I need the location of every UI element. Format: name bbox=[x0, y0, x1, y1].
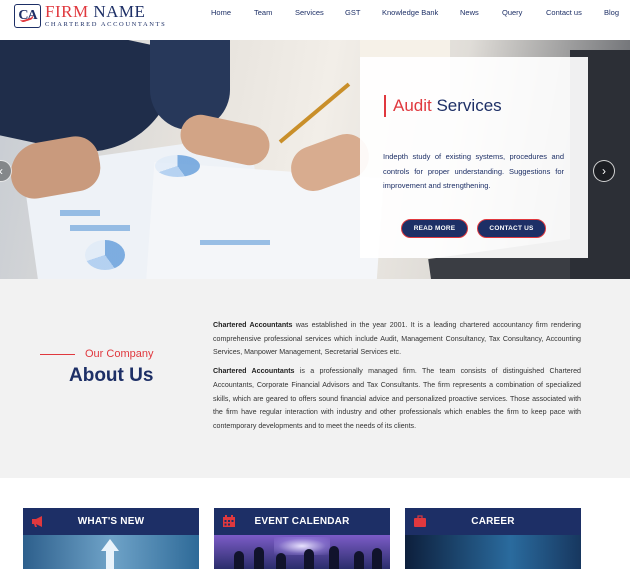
hero-bg-chart-bar bbox=[200, 240, 270, 245]
card-event-calendar[interactable]: EVENT CALENDAR bbox=[214, 508, 390, 569]
hero-bg-pie-chart bbox=[155, 155, 200, 177]
about-paragraph: Chartered Accountants is a professionall… bbox=[213, 365, 581, 434]
audience-silhouette bbox=[329, 546, 339, 569]
card-title: EVENT CALENDAR bbox=[254, 516, 350, 527]
about-kicker: Our Company bbox=[40, 348, 160, 360]
hero-title-accent: Audit bbox=[393, 96, 432, 115]
about-paragraph: Chartered Accountants was established in… bbox=[213, 319, 581, 360]
nav-item-services[interactable]: Services bbox=[295, 8, 324, 17]
card-whats-new[interactable]: WHAT'S NEW bbox=[23, 508, 199, 569]
card-image bbox=[405, 535, 581, 569]
calendar-icon bbox=[223, 515, 235, 527]
read-more-button[interactable]: READ MORE bbox=[401, 219, 468, 238]
audience-silhouette bbox=[372, 548, 382, 569]
about-firm-name: Chartered Accountants bbox=[213, 367, 295, 376]
nav-item-gst[interactable]: GST bbox=[345, 8, 360, 17]
nav-item-team[interactable]: Team bbox=[254, 8, 272, 17]
hero-description: Indepth study of existing systems, proce… bbox=[383, 152, 564, 190]
about-firm-name: Chartered Accountants bbox=[213, 321, 293, 329]
card-header: CAREER bbox=[405, 508, 581, 535]
hero-bg-chart-bar bbox=[70, 225, 130, 231]
site-header: CA FIRM NAME CHARTERED ACCOUNTANTS Home … bbox=[0, 0, 630, 40]
main-nav: Home Team Services GST Knowledge Bank Ne… bbox=[0, 8, 630, 20]
contact-us-button[interactable]: CONTACT US bbox=[477, 219, 546, 238]
card-title: CAREER bbox=[471, 516, 515, 527]
megaphone-icon bbox=[32, 516, 42, 527]
about-section: Our Company About Us Chartered Accountan… bbox=[0, 279, 630, 478]
card-image bbox=[214, 535, 390, 569]
nav-item-contact-us[interactable]: Contact us bbox=[546, 8, 582, 17]
card-career[interactable]: CAREER bbox=[405, 508, 581, 569]
nav-item-news[interactable]: News bbox=[460, 8, 479, 17]
audience-silhouette bbox=[254, 547, 264, 569]
about-body: Chartered Accountants was established in… bbox=[213, 319, 581, 434]
card-image bbox=[23, 535, 199, 569]
briefcase-icon bbox=[414, 515, 426, 527]
hero-slider: Audit Services Indepth study of existing… bbox=[0, 40, 630, 279]
hero-service-card: Audit Services Indepth study of existing… bbox=[360, 57, 588, 258]
audience-silhouette bbox=[276, 553, 286, 569]
audience-silhouette bbox=[354, 551, 364, 569]
nav-item-query[interactable]: Query bbox=[502, 8, 522, 17]
nav-item-home[interactable]: Home bbox=[211, 8, 231, 17]
about-kicker-text: Our Company bbox=[85, 348, 154, 360]
card-title: WHAT'S NEW bbox=[77, 516, 145, 527]
hero-bg-chart-bar bbox=[60, 210, 100, 216]
card-header: EVENT CALENDAR bbox=[214, 508, 390, 535]
audience-silhouette bbox=[304, 549, 314, 569]
card-header: WHAT'S NEW bbox=[23, 508, 199, 535]
hero-title: Audit Services bbox=[384, 95, 502, 117]
chevron-left-icon[interactable]: ‹ bbox=[0, 160, 12, 182]
arrow-up-stem bbox=[106, 550, 114, 569]
about-heading: About Us bbox=[69, 365, 154, 386]
kicker-divider bbox=[40, 353, 75, 355]
hero-title-rest: Services bbox=[431, 96, 502, 115]
firm-subtitle: CHARTERED ACCOUNTANTS bbox=[45, 21, 167, 29]
chevron-right-icon[interactable]: › bbox=[593, 160, 615, 182]
feature-cards: WHAT'S NEW EVENT CALENDAR CAREER bbox=[0, 478, 630, 569]
audience-silhouette bbox=[234, 551, 244, 569]
about-paragraph-text: is a professionally managed firm. The te… bbox=[213, 367, 581, 430]
nav-item-blog[interactable]: Blog bbox=[604, 8, 619, 17]
hero-bg-pie-chart bbox=[85, 240, 125, 270]
nav-item-knowledge-bank[interactable]: Knowledge Bank bbox=[382, 8, 438, 17]
